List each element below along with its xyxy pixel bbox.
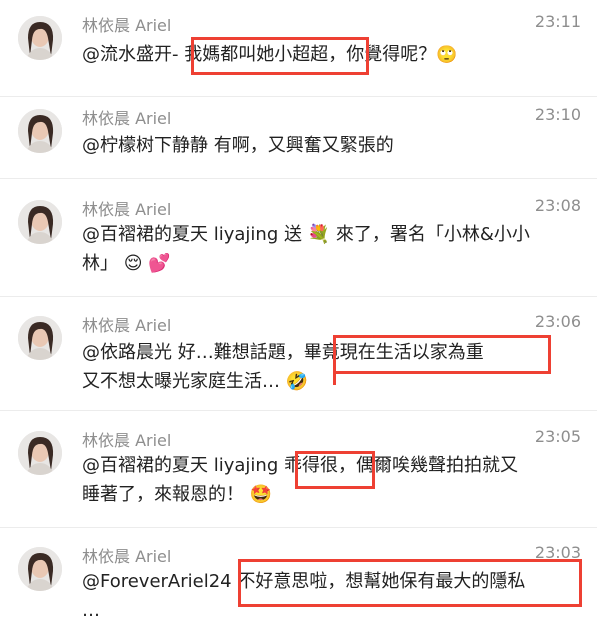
comment-item[interactable]: 林依晨 Ariel 23:10 @柠檬树下静静 有啊，又興奮又緊張的	[0, 105, 597, 175]
author-name[interactable]: 林依晨 Ariel	[82, 312, 171, 336]
highlight-box	[295, 451, 375, 489]
divider	[0, 527, 597, 528]
author-name[interactable]: 林依晨 Ariel	[82, 105, 171, 129]
comment-text-line1: @百褶裙的夏天 liyajing 送 💐 來了，署名「小林&小小	[82, 224, 530, 245]
comment-text: @百褶裙的夏天 liyajing 送 💐 來了，署名「小林&小小 林」 😌 💕	[82, 220, 582, 278]
comment-text-line2: 林」 😌 💕	[82, 253, 171, 274]
comment-time: 23:06	[534, 312, 581, 331]
comment-item[interactable]: 林依晨 Ariel 23:08 @百褶裙的夏天 liyajing 送 💐 來了，…	[0, 196, 597, 296]
comment-time: 23:08	[534, 196, 581, 215]
highlight-box-edge	[333, 335, 336, 385]
comment-text: @柠檬树下静静 有啊，又興奮又緊張的	[82, 131, 582, 160]
avatar[interactable]	[18, 316, 62, 360]
divider	[0, 178, 597, 179]
author-name[interactable]: 林依晨 Ariel	[82, 427, 171, 451]
comment-time: 23:05	[534, 427, 581, 446]
avatar[interactable]	[18, 200, 62, 244]
highlight-box	[238, 559, 582, 607]
author-name[interactable]: 林依晨 Ariel	[82, 196, 171, 220]
divider	[0, 96, 597, 97]
comment-time: 23:11	[534, 12, 581, 31]
comment-text-line1: @柠檬树下静静 有啊，又興奮又緊張的	[82, 135, 394, 156]
divider	[0, 410, 597, 411]
avatar[interactable]	[18, 431, 62, 475]
emoji-icon: 🙄	[436, 45, 458, 65]
avatar[interactable]	[18, 109, 62, 153]
highlight-box	[191, 37, 369, 75]
highlight-box	[333, 335, 551, 374]
comment-feed: 林依晨 Ariel 23:11 @流水盛开- 我媽都叫她小超超，你覺得呢？🙄 林…	[0, 0, 597, 640]
author-name[interactable]: 林依晨 Ariel	[82, 543, 171, 567]
divider	[0, 296, 597, 297]
avatar[interactable]	[18, 16, 62, 60]
comment-time: 23:10	[534, 105, 581, 124]
avatar[interactable]	[18, 547, 62, 591]
author-name[interactable]: 林依晨 Ariel	[82, 12, 171, 36]
